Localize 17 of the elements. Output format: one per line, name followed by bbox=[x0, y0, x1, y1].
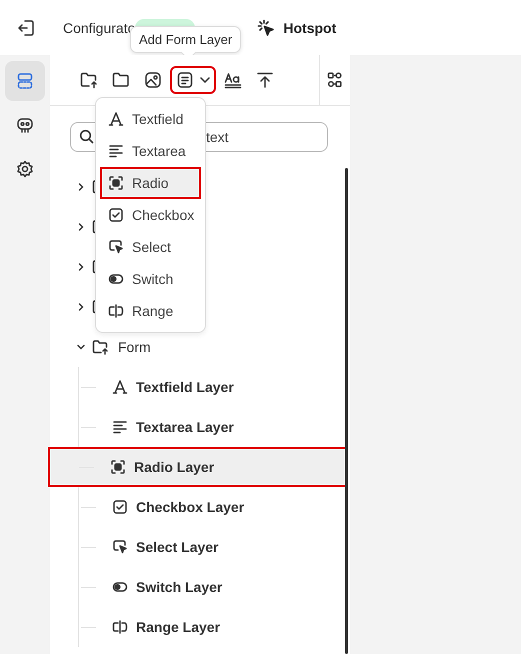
layer-item[interactable]: Range Layer bbox=[50, 607, 346, 647]
layer-item[interactable]: Radio Layer bbox=[48, 447, 347, 487]
menu-item[interactable]: Select bbox=[100, 231, 201, 263]
layer-item[interactable]: Switch Layer bbox=[50, 567, 346, 607]
menu-item[interactable]: Range bbox=[100, 295, 201, 327]
layer-item[interactable]: Textarea Layer bbox=[50, 407, 346, 447]
layer-item[interactable]: Checkbox Layer bbox=[50, 487, 346, 527]
menu-item[interactable]: Radio bbox=[100, 167, 201, 199]
menu-item[interactable]: Switch bbox=[100, 263, 201, 295]
menu-item[interactable]: Checkbox bbox=[100, 199, 201, 231]
tree-item[interactable]: Form bbox=[118, 339, 151, 355]
hotspot-button[interactable]: Hotspot bbox=[257, 18, 336, 36]
menu-item[interactable]: Textarea bbox=[100, 135, 201, 167]
layer-item[interactable]: Textfield Layer bbox=[50, 367, 346, 407]
configurator-title: Configurato bbox=[63, 20, 136, 36]
menu-item[interactable]: Textfield bbox=[100, 103, 201, 135]
layer-item[interactable]: Select Layer bbox=[50, 527, 346, 567]
